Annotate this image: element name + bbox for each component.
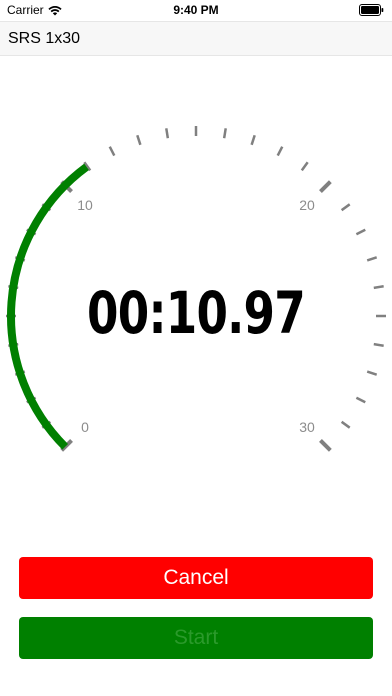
gauge-minor-tick (165, 128, 170, 139)
cancel-button-label: Cancel (163, 566, 229, 589)
gauge-minor-tick (373, 285, 384, 290)
workout-title-text[interactable]: SRS 1x30 (8, 30, 80, 48)
gauge-minor-tick (355, 228, 366, 236)
gauge-minor-tick (355, 396, 366, 404)
elapsed-time-display: 00:10.97 (87, 279, 306, 347)
gauge-scale-label: 30 (299, 419, 315, 435)
gauge-minor-tick (300, 161, 309, 172)
start-button[interactable]: Start (19, 617, 373, 659)
status-bar: Carrier 9:40 PM (0, 0, 392, 20)
gauge-major-tick (319, 180, 332, 193)
gauge-minor-tick (373, 342, 384, 347)
gauge-minor-tick (366, 370, 378, 376)
gauge-minor-tick (366, 256, 378, 262)
gauge-minor-tick (340, 203, 351, 212)
gauge-minor-tick (108, 146, 116, 157)
gauge-minor-tick (340, 420, 351, 429)
battery-icon (359, 4, 384, 16)
gauge-minor-tick (222, 128, 227, 139)
gauge-scale-label: 20 (299, 197, 315, 213)
cancel-button[interactable]: Cancel (19, 557, 373, 599)
status-time: 9:40 PM (173, 3, 219, 17)
workout-title-field[interactable]: SRS 1x30 (0, 21, 392, 56)
gauge-minor-tick (276, 146, 284, 157)
gauge-minor-tick (250, 134, 256, 146)
start-button-label: Start (173, 626, 219, 649)
gauge-scale-label: 10 (77, 197, 93, 213)
gauge-minor-tick (136, 134, 142, 146)
gauge-major-tick (319, 439, 332, 452)
gauge-scale-label: 0 (81, 419, 89, 435)
